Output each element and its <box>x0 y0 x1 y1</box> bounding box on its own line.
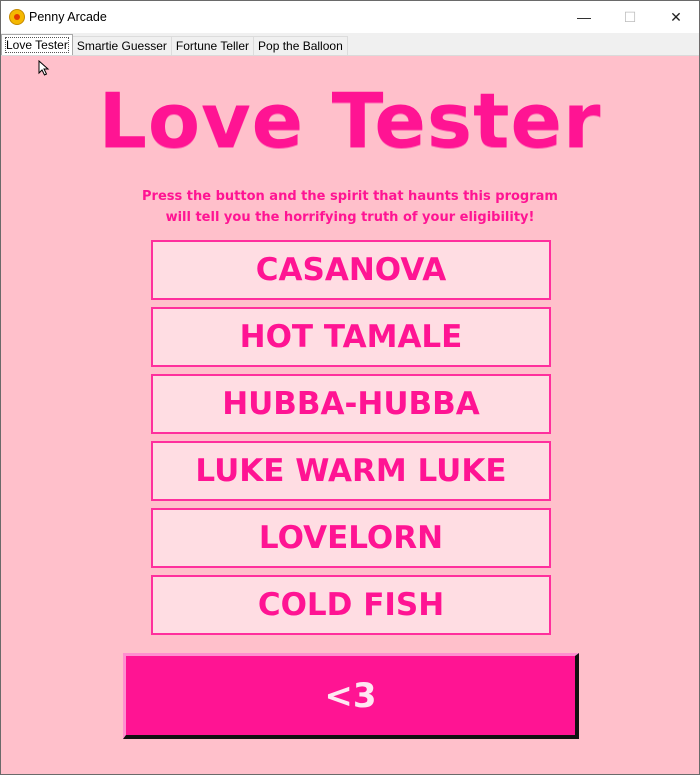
tab-fortune-teller[interactable]: Fortune Teller <box>170 36 255 55</box>
window-title: Penny Arcade <box>29 10 107 24</box>
result-list: CASANOVA HOT TAMALE HUBBA-HUBBA LUKE WAR… <box>151 240 551 642</box>
mouse-cursor-icon <box>38 60 50 76</box>
tab-label: Love Tester <box>5 37 69 53</box>
tab-smartie-guesser[interactable]: Smartie Guesser <box>71 36 172 55</box>
instructions-text: Press the button and the spirit that hau… <box>1 186 699 228</box>
love-tester-panel: Love Tester Press the button and the spi… <box>1 56 699 774</box>
title-bar: Penny Arcade — ☐ ✕ <box>1 1 699 33</box>
app-window: Penny Arcade — ☐ ✕ Love Tester Smartie G… <box>0 0 700 775</box>
result-hot-tamale: HOT TAMALE <box>151 307 551 367</box>
app-icon <box>9 9 25 25</box>
result-lovelorn: LOVELORN <box>151 508 551 568</box>
maximize-button[interactable]: ☐ <box>607 1 653 33</box>
tab-bar: Love Tester Smartie Guesser Fortune Tell… <box>1 33 699 56</box>
result-cold-fish: COLD FISH <box>151 575 551 635</box>
tab-pop-the-balloon[interactable]: Pop the Balloon <box>253 36 348 55</box>
tab-love-tester[interactable]: Love Tester <box>1 34 73 55</box>
love-test-button[interactable]: <3 <box>123 653 579 739</box>
result-luke-warm-luke: LUKE WARM LUKE <box>151 441 551 501</box>
instructions-line-2: will tell you the horrifying truth of yo… <box>165 210 535 225</box>
window-controls: — ☐ ✕ <box>561 1 699 33</box>
minimize-button[interactable]: — <box>561 1 607 33</box>
close-button[interactable]: ✕ <box>653 1 699 33</box>
result-casanova: CASANOVA <box>151 240 551 300</box>
result-hubba-hubba: HUBBA-HUBBA <box>151 374 551 434</box>
instructions-line-1: Press the button and the spirit that hau… <box>142 189 558 204</box>
page-title: Love Tester <box>98 76 602 165</box>
